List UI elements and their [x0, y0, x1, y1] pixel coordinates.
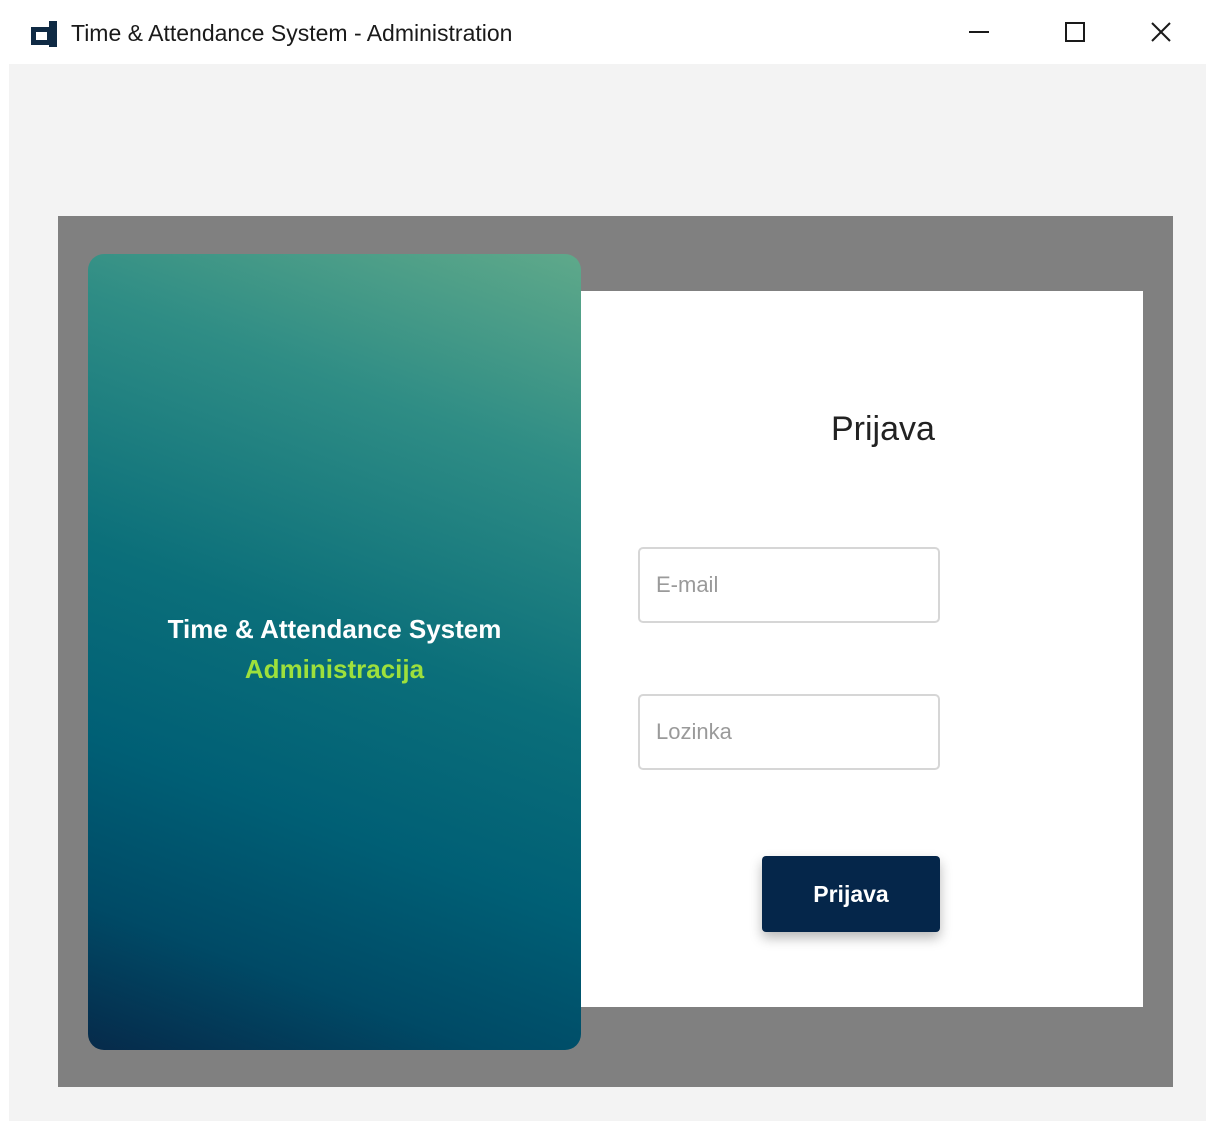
app-window: Time & Attendance System - Administratio…: [0, 0, 1206, 1121]
email-input[interactable]: [638, 547, 940, 623]
close-icon: [1151, 22, 1171, 42]
minimize-button[interactable]: [932, 0, 1026, 64]
login-heading: Prijava: [831, 410, 935, 448]
login-form-panel: Prijava Prijava: [551, 291, 1143, 1007]
client-area: Time & Attendance System Administracija …: [9, 64, 1206, 1121]
maximize-icon: [1065, 22, 1085, 42]
login-container: Time & Attendance System Administracija …: [58, 216, 1173, 1087]
brand-subtitle: Administracija: [244, 654, 425, 684]
maximize-button[interactable]: [1028, 0, 1122, 64]
close-button[interactable]: [1114, 0, 1206, 64]
app-logo-icon: [31, 21, 57, 47]
window-title: Time & Attendance System - Administratio…: [71, 20, 513, 46]
minimize-icon: [969, 31, 989, 33]
login-button[interactable]: Prijava: [762, 856, 940, 932]
brand-title: Time & Attendance System: [167, 614, 502, 644]
title-bar[interactable]: Time & Attendance System - Administratio…: [0, 0, 1206, 64]
password-input[interactable]: [638, 694, 940, 770]
brand-panel: Time & Attendance System Administracija: [88, 254, 581, 1050]
